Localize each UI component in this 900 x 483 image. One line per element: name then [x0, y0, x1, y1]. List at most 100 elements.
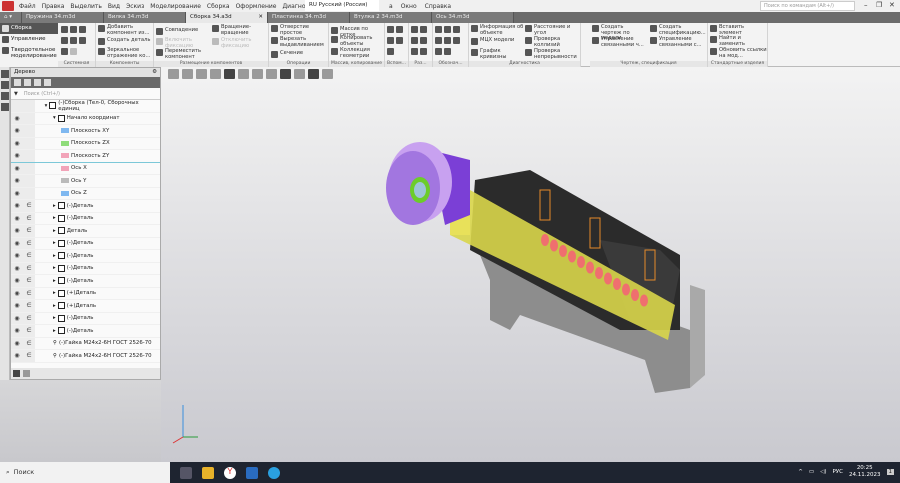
copy-objects-button[interactable]: Копировать объекты — [331, 35, 378, 47]
visibility-eye-icon[interactable]: ◉ — [11, 150, 23, 162]
expand-arrow-icon[interactable]: ▸ — [53, 303, 56, 309]
visibility-eye-icon[interactable]: ◉ — [11, 137, 23, 149]
tree-row[interactable]: ◉ Плоскость ZY — [11, 150, 160, 163]
tree-tab-icon[interactable] — [13, 370, 20, 377]
manage-linked-drawings-button[interactable]: Управление связанными ч... — [592, 36, 645, 48]
orientation-icon[interactable] — [210, 69, 221, 79]
document-tab[interactable]: Пластинка 34.m3d — [268, 12, 350, 23]
expand-arrow-icon[interactable]: ▸ — [53, 253, 56, 259]
visibility-eye-icon[interactable]: ◉ — [11, 300, 23, 312]
tree-options-icon[interactable] — [44, 79, 51, 86]
create-part-button[interactable]: Создать деталь — [98, 37, 150, 45]
collisions-button[interactable]: Проверка коллизий — [525, 36, 564, 48]
visibility-eye-icon[interactable]: ◉ — [11, 125, 23, 137]
visibility-eye-icon[interactable] — [11, 100, 23, 112]
tree-row[interactable]: ◉ ▾ Начало координат — [11, 112, 160, 125]
tolerance-icon[interactable] — [435, 37, 442, 44]
continuity-button[interactable]: Проверка непрерывности — [525, 48, 582, 60]
aux-cs-icon[interactable] — [396, 37, 403, 44]
visibility-eye-icon[interactable]: ◉ — [11, 187, 23, 199]
visibility-eye-icon[interactable]: ◉ — [11, 287, 23, 299]
mirror-button[interactable]: Зеркальное отражение ко... — [98, 47, 153, 59]
hidden-icon[interactable] — [252, 69, 263, 79]
zoom-icon[interactable] — [182, 69, 193, 79]
filter-icon[interactable]: ▼ — [14, 91, 18, 97]
edge-icon[interactable] — [268, 466, 280, 479]
hole-button[interactable]: Отверстие простое — [271, 24, 316, 36]
menu-item[interactable]: Вид — [105, 3, 123, 10]
expand-arrow-icon[interactable]: ▸ — [53, 290, 56, 296]
include-icon[interactable] — [23, 112, 35, 124]
mode-solid-modeling[interactable]: Твердотельное моделирование — [0, 45, 58, 61]
object-info-button[interactable]: Информация об объекте — [471, 24, 524, 36]
tree-row[interactable]: ◉ Ось X — [11, 162, 160, 175]
taskbar-search[interactable]: ⌕ Поиск — [0, 462, 170, 483]
menu-item[interactable]: Выделить — [67, 3, 104, 10]
include-icon[interactable] — [23, 137, 35, 149]
manage-linked-specs-button[interactable]: Управление связанными с... — [650, 36, 705, 48]
command-search-input[interactable]: Поиск по командам (Alt+/) — [760, 1, 855, 11]
tree-row[interactable]: ◉ Ось Y — [11, 175, 160, 188]
include-icon[interactable]: ∈ — [23, 262, 35, 274]
menu-item[interactable]: Оформление — [233, 3, 280, 10]
3d-viewport[interactable] — [161, 67, 900, 462]
include-icon[interactable]: ∈ — [23, 237, 35, 249]
notification-icon[interactable]: 1 — [886, 469, 894, 475]
geometry-collection-button[interactable]: Коллекция геометрии — [331, 47, 378, 59]
menu-item[interactable]: Справка — [421, 1, 455, 12]
dim-auto-icon[interactable] — [411, 48, 418, 55]
leader-icon[interactable] — [435, 26, 442, 33]
find-replace-button[interactable]: Найти и заменить — [710, 35, 753, 47]
language-indicator[interactable]: RU Русский (Россия) — [305, 0, 379, 11]
tree-toggle-icon[interactable] — [168, 69, 179, 79]
visibility-eye-icon[interactable]: ◉ — [11, 212, 23, 224]
aux-axis-icon[interactable] — [387, 26, 394, 33]
tree-structure-icon[interactable] — [14, 79, 21, 86]
document-tab[interactable]: Сборка 34.a3d ✕ — [186, 12, 268, 23]
close-button[interactable]: ✕ — [889, 1, 895, 9]
volume-icon[interactable]: ◁) — [820, 469, 826, 475]
include-icon[interactable] — [22, 100, 35, 112]
mode-management[interactable]: Управление — [0, 34, 58, 45]
section-view-icon[interactable] — [266, 69, 277, 79]
expand-arrow-icon[interactable]: ▸ — [53, 215, 56, 221]
visibility-eye-icon[interactable]: ◉ — [11, 350, 23, 362]
expand-arrow-icon[interactable]: ▸ — [53, 328, 56, 334]
menu-item[interactable]: Правка — [39, 3, 68, 10]
mass-props-button[interactable]: МЦХ модели — [471, 37, 514, 45]
create-spec-button[interactable]: Создать спецификацию... — [650, 24, 706, 36]
minimize-button[interactable]: – — [864, 1, 868, 9]
include-icon[interactable]: ∈ — [23, 287, 35, 299]
roughness-icon[interactable] — [453, 26, 460, 33]
filter-icon[interactable] — [308, 69, 319, 79]
hatch-icon[interactable] — [435, 48, 442, 55]
tree-row[interactable]: ◉ ∈ ▸ (+)Деталь — [11, 287, 160, 300]
tree-search-input[interactable]: ▼ Поиск (Ctrl+/) — [11, 88, 160, 100]
tree-panel-icon[interactable] — [1, 70, 9, 78]
include-icon[interactable]: ∈ — [23, 225, 35, 237]
variables-fx-icon[interactable] — [1, 92, 9, 100]
tree-row[interactable]: ◉ ∈ ▸ (+)Деталь — [11, 300, 160, 313]
visibility-eye-icon[interactable]: ◉ — [11, 337, 23, 349]
mark-icon[interactable] — [453, 37, 460, 44]
pan-icon[interactable] — [196, 69, 207, 79]
include-icon[interactable] — [23, 125, 35, 137]
tree-row[interactable]: ◉ ∈ ▸ (-)Деталь — [11, 325, 160, 338]
restore-button[interactable]: ❐ — [876, 1, 882, 9]
include-icon[interactable]: ∈ — [23, 212, 35, 224]
tree-row[interactable]: ◉ ∈ ⚲ (-)Гайка М24х2-6Н ГОСТ 2526-70 — [11, 337, 160, 350]
expand-arrow-icon[interactable]: ▾ — [53, 115, 56, 121]
document-tab[interactable]: Вилка 34.m3d — [104, 12, 186, 23]
include-icon[interactable]: ∈ — [23, 300, 35, 312]
menu-item[interactable]: Эскиз — [123, 3, 147, 10]
tree-row[interactable]: ◉ Плоскость XY — [11, 125, 160, 138]
tree-row[interactable]: ◉ ∈ ▸ (-)Деталь — [11, 275, 160, 288]
tree-search-icon[interactable] — [34, 79, 41, 86]
visibility-eye-icon[interactable]: ◉ — [11, 162, 23, 174]
expand-arrow-icon[interactable]: ▸ — [53, 203, 56, 209]
visibility-eye-icon[interactable]: ◉ — [11, 275, 23, 287]
dim-diameter-icon[interactable] — [420, 37, 427, 44]
base-icon[interactable] — [444, 26, 451, 33]
dim-chain-icon[interactable] — [420, 48, 427, 55]
tree-row[interactable]: ◉ Ось Z — [11, 187, 160, 200]
